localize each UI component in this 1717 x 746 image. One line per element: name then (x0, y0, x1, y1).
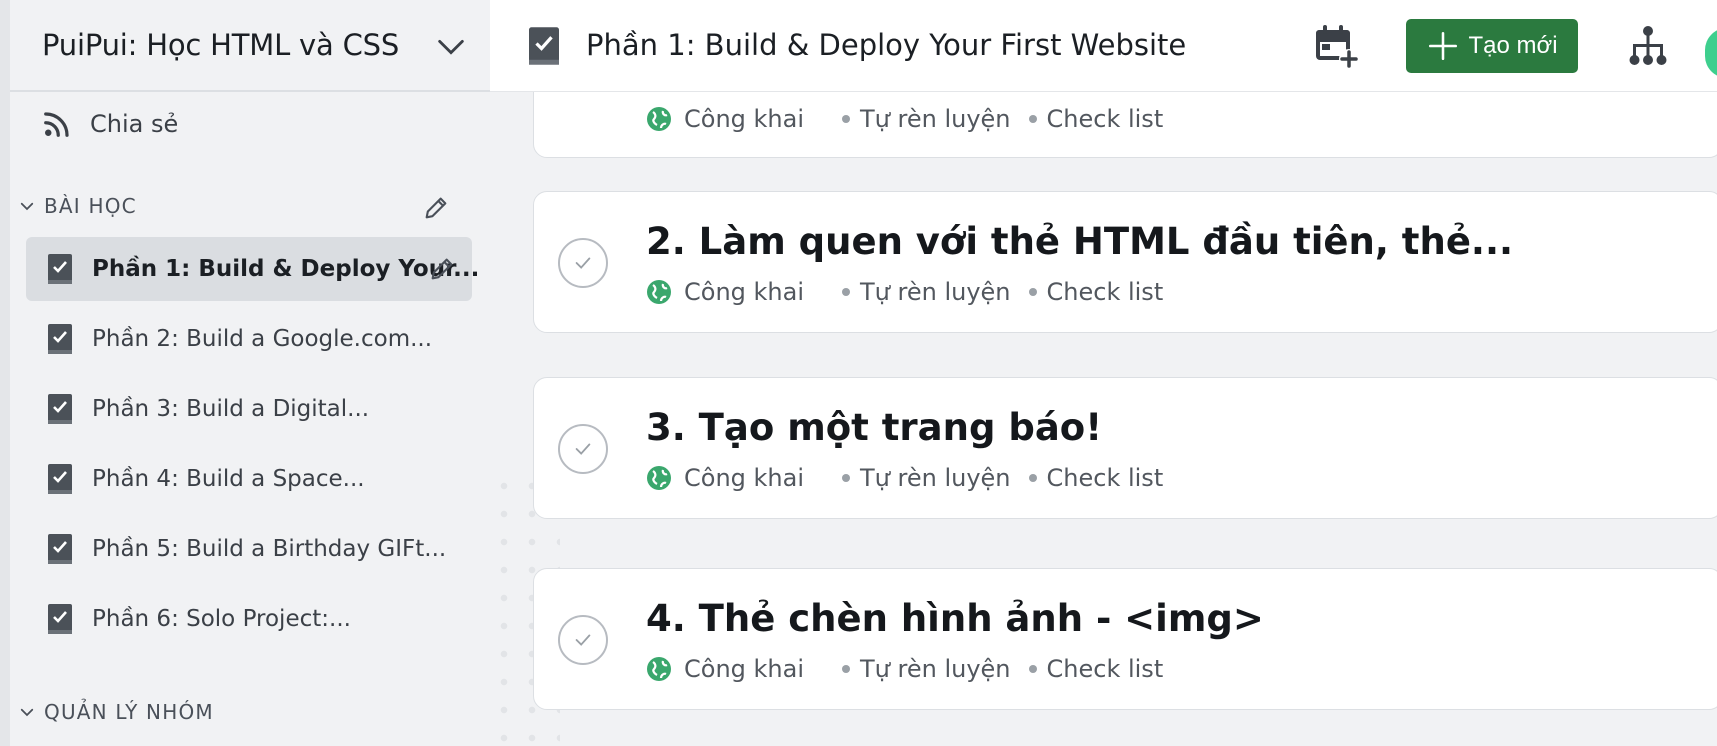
card-meta: Công khai Tự rèn luyện Check list (646, 105, 1163, 133)
card-meta: Công khai Tự rèn luyện Check list (646, 464, 1163, 492)
checkbox-doc-icon (48, 604, 72, 634)
format-label: Check list (1046, 105, 1164, 133)
page-title: Phần 1: Build & Deploy Your First Websit… (586, 28, 1187, 62)
visibility-label: Công khai (684, 105, 804, 133)
card-title: 4. Thẻ chèn hình ảnh - <img> (646, 597, 1264, 640)
sidebar-item-label: Phần 5: Build a Birthday GIFt... (92, 536, 447, 562)
lesson-card[interactable]: 4. Thẻ chèn hình ảnh - <img> Công khai T… (533, 568, 1717, 710)
type-label: Tự rèn luyện (860, 655, 1011, 683)
checkbox-doc-icon (48, 254, 72, 284)
checkbox-doc-icon (48, 534, 72, 564)
sidebar-item-lesson-5[interactable]: Phần 5: Build a Birthday GIFt... (26, 517, 472, 581)
check-icon[interactable] (558, 615, 608, 665)
sidebar-item-label: Phần 4: Build a Space... (92, 466, 365, 492)
format-label: Check list (1046, 278, 1164, 306)
separator-dot (1028, 665, 1037, 673)
sitemap-icon[interactable] (1626, 24, 1670, 68)
sidebar: PuiPui: Học HTML và CSS Chia sẻ BÀI HỌC … (0, 0, 490, 746)
share-link[interactable]: Chia sẻ (42, 102, 178, 146)
visibility-label: Công khai (684, 464, 804, 492)
card-title: 3. Tạo một trang báo! (646, 406, 1103, 449)
chevron-down-icon (20, 708, 34, 717)
checkbox-doc-icon (48, 324, 72, 354)
globe-icon (647, 107, 671, 131)
separator-dot (1028, 288, 1037, 296)
top-bar: Phần 1: Build & Deploy Your First Websit… (490, 0, 1717, 92)
sidebar-item-label: Phần 1: Build & Deploy Your... (92, 256, 480, 282)
lesson-list: Phần 1: Build & Deploy Your... Phần 2: B… (26, 237, 479, 657)
lesson-card[interactable]: 3. Tạo một trang báo! Công khai Tự rèn l… (533, 377, 1717, 519)
globe-icon (647, 466, 671, 490)
lesson-content: Công khai Tự rèn luyện Check list 2. Làm… (490, 92, 1717, 746)
separator-dot (1028, 115, 1037, 123)
globe-icon (647, 280, 671, 304)
format-label: Check list (1046, 464, 1164, 492)
section-lessons[interactable]: BÀI HỌC (18, 191, 137, 221)
lesson-card[interactable]: 2. Làm quen với thẻ HTML đầu tiên, thẻ..… (533, 191, 1717, 333)
sidebar-item-lesson-3[interactable]: Phần 3: Build a Digital... (26, 377, 472, 441)
sidebar-item-lesson-1[interactable]: Phần 1: Build & Deploy Your... (26, 237, 479, 301)
workspace-header[interactable]: PuiPui: Học HTML và CSS (10, 0, 490, 92)
type-label: Tự rèn luyện (860, 105, 1011, 133)
create-new-label: Tạo mới (1468, 32, 1558, 59)
checkbox-doc-icon (529, 27, 559, 65)
card-meta: Công khai Tự rèn luyện Check list (646, 278, 1163, 306)
section-group-management[interactable]: QUẢN LÝ NHÓM (18, 697, 214, 727)
visibility-label: Công khai (684, 655, 804, 683)
checkbox-doc-icon (48, 394, 72, 424)
sidebar-item-lesson-2[interactable]: Phần 2: Build a Google.com... (26, 307, 472, 371)
pencil-icon[interactable] (428, 255, 456, 283)
chevron-down-icon[interactable] (434, 30, 468, 64)
share-label: Chia sẻ (90, 110, 179, 138)
separator-dot (1028, 474, 1037, 482)
sidebar-item-label: Phần 6: Solo Project:... (92, 606, 351, 632)
section-lessons-label: BÀI HỌC (44, 194, 137, 218)
separator-dot (842, 288, 850, 296)
sidebar-edge (0, 0, 10, 746)
sidebar-item-label: Phần 3: Build a Digital... (92, 396, 370, 422)
rss-icon (44, 112, 69, 137)
create-new-button[interactable]: Tạo mới (1406, 19, 1578, 73)
separator-dot (842, 665, 850, 673)
type-label: Tự rèn luyện (860, 464, 1011, 492)
card-meta: Công khai Tự rèn luyện Check list (646, 655, 1163, 683)
checkbox-doc-icon (48, 464, 72, 494)
plus-icon (1429, 31, 1458, 61)
calendar-add-icon[interactable] (1312, 22, 1360, 70)
workspace-title: PuiPui: Học HTML và CSS (42, 28, 400, 62)
lesson-card[interactable]: Công khai Tự rèn luyện Check list (533, 92, 1717, 158)
sidebar-item-lesson-6[interactable]: Phần 6: Solo Project:... (26, 587, 472, 651)
separator-dot (842, 115, 850, 123)
type-label: Tự rèn luyện (860, 278, 1011, 306)
card-title: 2. Làm quen với thẻ HTML đầu tiên, thẻ..… (646, 220, 1514, 263)
separator-dot (842, 474, 850, 482)
avatar[interactable] (1705, 28, 1717, 78)
globe-icon (647, 657, 671, 681)
check-icon[interactable] (558, 238, 608, 288)
sidebar-item-lesson-4[interactable]: Phần 4: Build a Space... (26, 447, 472, 511)
chevron-down-icon (20, 202, 34, 211)
pencil-icon[interactable] (422, 194, 450, 222)
section-group-label: QUẢN LÝ NHÓM (44, 700, 214, 724)
visibility-label: Công khai (684, 278, 804, 306)
format-label: Check list (1046, 655, 1164, 683)
sidebar-item-label: Phần 2: Build a Google.com... (92, 326, 433, 352)
check-icon[interactable] (558, 424, 608, 474)
